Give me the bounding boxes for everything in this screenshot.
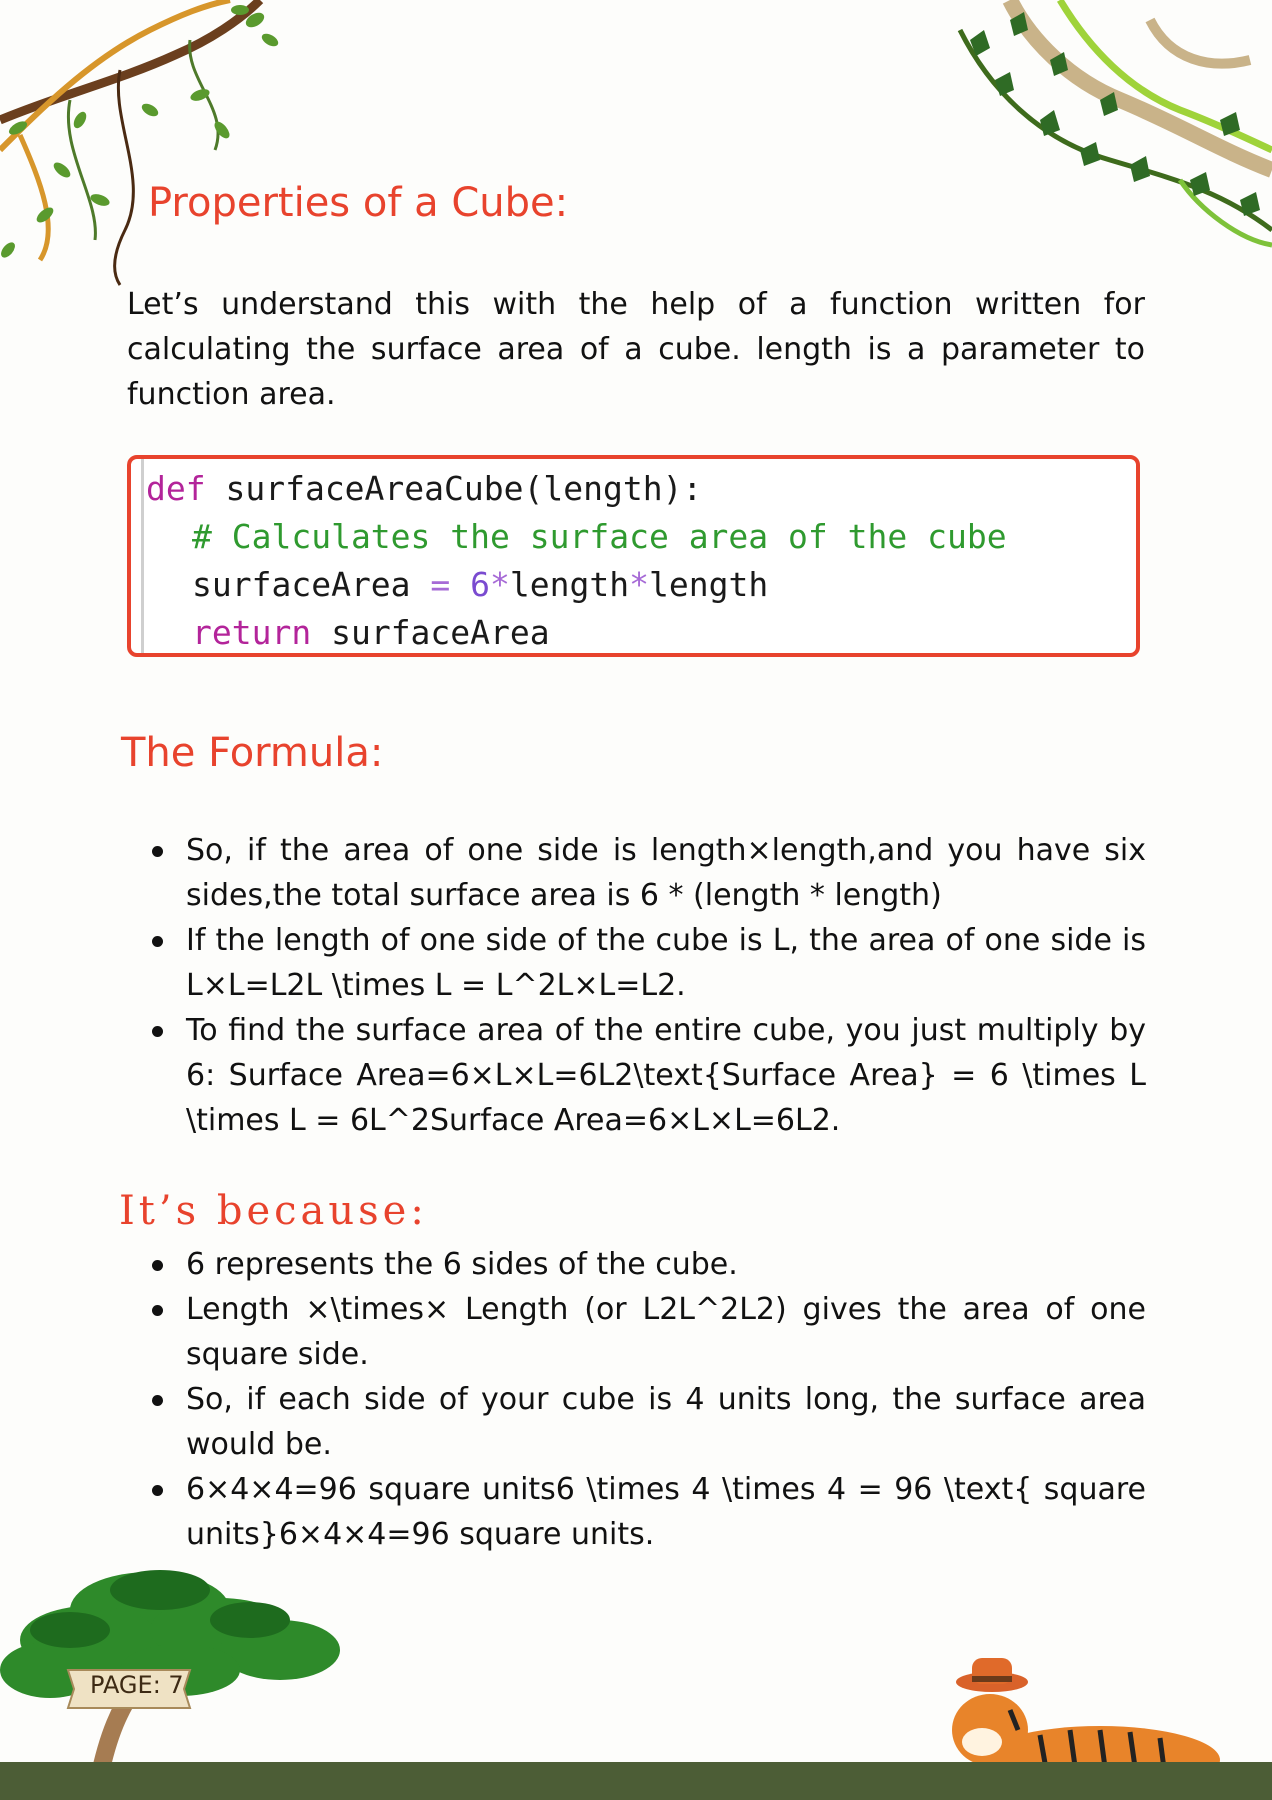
code-text: length [509, 565, 630, 604]
code-text: surfaceArea [192, 565, 431, 604]
code-comment: # Calculates the surface area of the cub… [192, 517, 1007, 556]
because-heading: It’s because: [119, 1188, 428, 1234]
list-item: So, if the area of one side is length×le… [148, 828, 1146, 918]
intro-paragraph: Let’s understand this with the help of a… [127, 287, 1145, 412]
code-line-4: return surfaceArea [192, 613, 550, 652]
code-text: surfaceArea [311, 613, 550, 652]
code-operator: = [430, 565, 451, 604]
code-block: def surfaceAreaCube(length): # Calculate… [127, 455, 1140, 657]
code-line-3: surfaceArea = 6*length*length [192, 565, 768, 604]
formula-list: So, if the area of one side is length×le… [148, 828, 1146, 1143]
code-number: 6 [450, 565, 491, 604]
vine-top-right-illustration [957, 0, 1272, 248]
page: Properties of a Cube: Let’s understand t… [0, 0, 1272, 1800]
list-item: To find the surface area of the entire c… [148, 1008, 1146, 1143]
page-number: PAGE: 7 [90, 1671, 184, 1699]
code-keyword: def [146, 469, 206, 508]
code-operator: * [490, 565, 510, 604]
properties-heading: Properties of a Cube: [148, 180, 569, 226]
vine-top-left-illustration [0, 0, 279, 286]
code-gutter [141, 459, 144, 653]
code-text: surfaceAreaCube(length): [205, 469, 703, 508]
formula-heading: The Formula: [121, 730, 384, 776]
code-line-1: def surfaceAreaCube(length): [146, 469, 702, 508]
because-list: 6 represents the 6 sides of the cube. Le… [148, 1242, 1146, 1557]
list-item: 6×4×4=96 square units6 \times 4 \times 4… [148, 1467, 1146, 1557]
code-keyword: return [192, 613, 312, 652]
list-item: So, if each side of your cube is 4 units… [148, 1377, 1146, 1467]
list-item: Length ×\times× Length (or L2L^2L2) give… [148, 1287, 1146, 1377]
ground-strip [0, 1762, 1272, 1800]
code-operator: * [629, 565, 650, 604]
code-text: length [649, 565, 769, 604]
list-item: If the length of one side of the cube is… [148, 918, 1146, 1008]
code-line-2: # Calculates the surface area of the cub… [192, 517, 1007, 556]
list-item: 6 represents the 6 sides of the cube. [148, 1242, 1146, 1287]
